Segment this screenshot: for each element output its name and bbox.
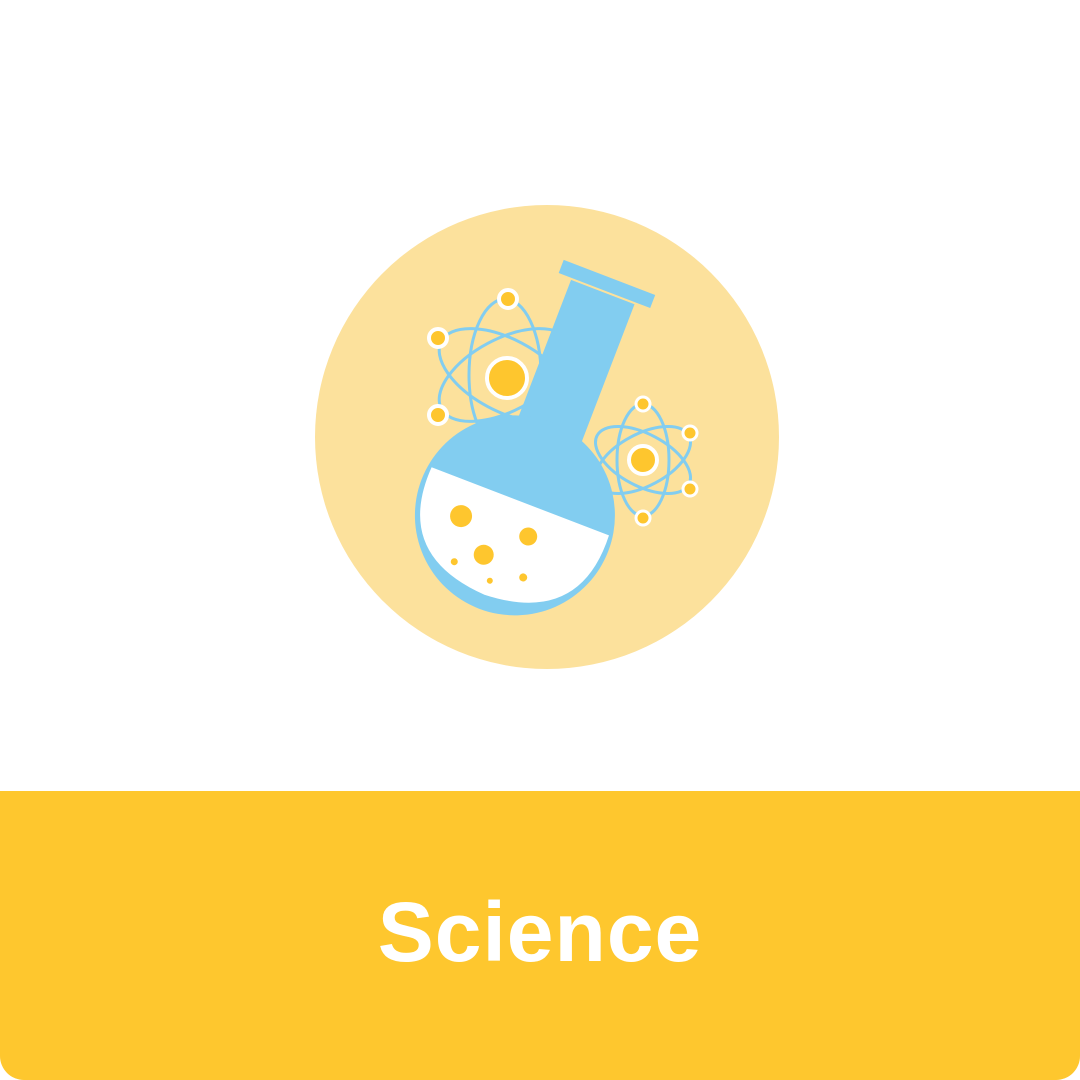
science-flask-atom-icon — [315, 205, 779, 669]
category-label-bar: Science — [0, 791, 1080, 1080]
category-card[interactable]: Science — [0, 0, 1080, 1080]
category-title: Science — [377, 884, 703, 979]
